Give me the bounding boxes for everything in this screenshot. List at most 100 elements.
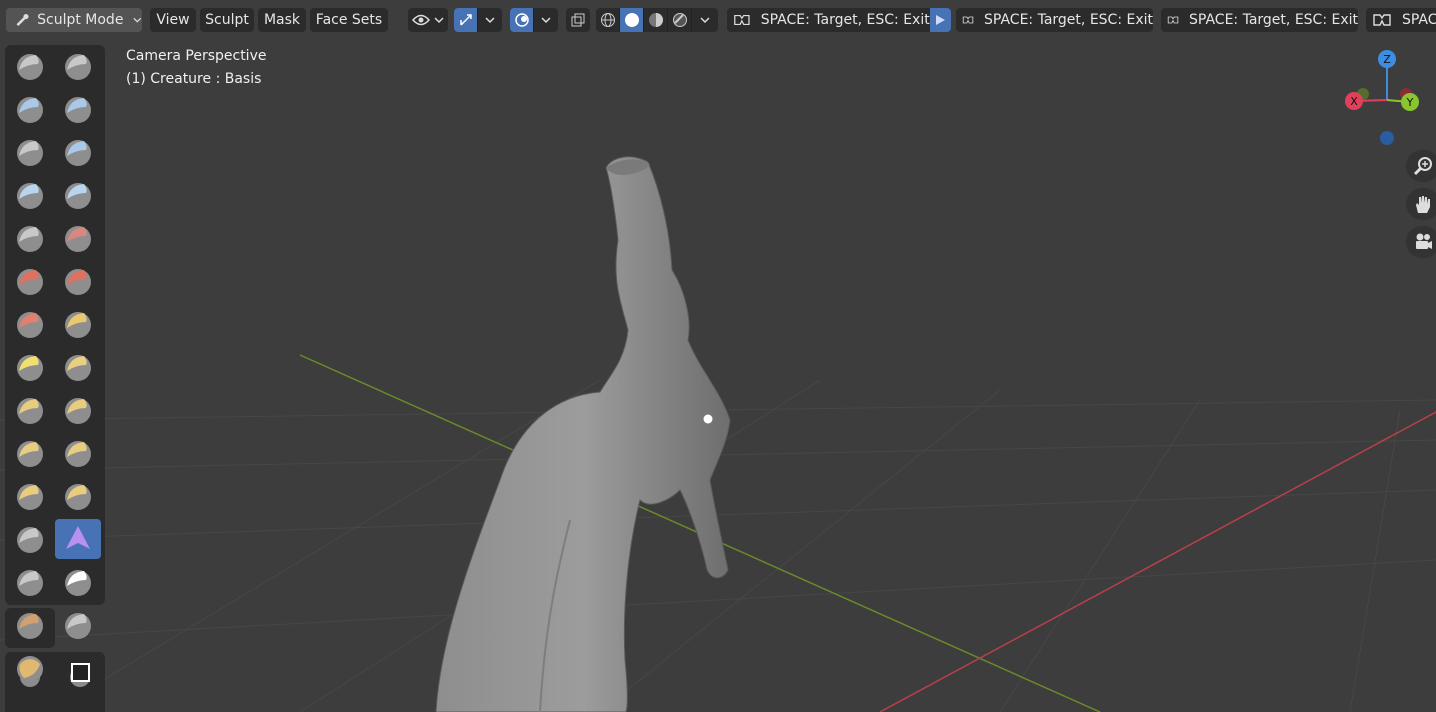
camera-view-button[interactable] [1406, 226, 1436, 258]
smooth-brush-tool[interactable] [55, 218, 101, 258]
rotate-brush-tool[interactable] [55, 476, 101, 516]
grab-brush-tool[interactable] [55, 347, 101, 387]
x-axis-line [879, 411, 1436, 712]
3d-viewport[interactable] [0, 0, 1436, 712]
shading-material-button[interactable] [644, 8, 668, 32]
shading-wireframe-button[interactable] [596, 8, 620, 32]
shading-solid-button[interactable] [620, 8, 644, 32]
viewport-object-label: (1) Creature : Basis [126, 71, 262, 87]
gizmo-toggle-group [454, 8, 502, 32]
eye-icon [412, 14, 430, 26]
crease-brush-tool[interactable] [7, 218, 53, 258]
gizmo-icon [459, 14, 472, 26]
overlay-toggle-group [510, 8, 558, 32]
rotate-brush-icon [65, 484, 91, 510]
elastic-deform-brush-tool[interactable] [7, 390, 53, 430]
mode-selector[interactable]: Sculpt Mode [6, 8, 142, 32]
pan-button[interactable] [1406, 188, 1436, 220]
wireframe-sphere-icon [600, 13, 615, 27]
navigation-gizmo[interactable]: Z X Y [1342, 45, 1432, 155]
nudge-brush-tool[interactable] [7, 476, 53, 516]
rendered-sphere-icon [672, 13, 687, 27]
walk-status-button-3[interactable]: SPACE: Target, ESC: Exit [1161, 8, 1358, 32]
pinch-brush-icon [17, 355, 43, 381]
xray-toggle[interactable] [566, 8, 590, 32]
overlay-toggle-button[interactable] [510, 8, 534, 32]
thumb-brush-tool[interactable] [7, 433, 53, 473]
fill-brush-icon [65, 269, 91, 295]
layer-brush-tool[interactable] [55, 132, 101, 172]
draw-brush-tool[interactable] [7, 46, 53, 86]
snake-hook-brush-tool[interactable] [55, 390, 101, 430]
walk-navigation-icon [962, 16, 974, 24]
box-hide-tool[interactable] [57, 654, 103, 694]
header-bar: Sculpt Mode View Sculpt Mask Face Sets S… [0, 0, 1436, 40]
mask-brush-tool[interactable] [7, 605, 53, 645]
clay-brush-tool[interactable] [7, 89, 53, 129]
blob-brush-tool[interactable] [55, 175, 101, 215]
overlay-dropdown[interactable] [534, 8, 558, 32]
walk-status-button-2[interactable]: SPACE: Target, ESC: Exit [956, 8, 1153, 32]
multiplane-scrape-brush-icon [65, 312, 91, 338]
smooth-brush-icon [65, 226, 91, 252]
nudge-brush-icon [17, 484, 43, 510]
chevron-down-icon [434, 17, 444, 24]
elastic-deform-brush-icon [17, 398, 43, 424]
simplify-brush-tool[interactable] [55, 562, 101, 602]
gizmo-dropdown[interactable] [478, 8, 502, 32]
grab-brush-icon [65, 355, 91, 381]
fill-brush-tool[interactable] [55, 261, 101, 301]
gizmo-z-label: Z [1383, 53, 1391, 66]
slide-relax-brush-tool[interactable] [7, 519, 53, 559]
menu-view[interactable]: View [150, 8, 196, 32]
clay-thumb-brush-tool[interactable] [7, 132, 53, 172]
draw-brush-icon [17, 54, 43, 80]
scrape-brush-tool[interactable] [7, 304, 53, 344]
flatten-brush-icon [17, 269, 43, 295]
simplify-brush-icon [65, 570, 91, 596]
shading-dropdown[interactable] [692, 8, 718, 32]
gizmo-toggle-button[interactable] [454, 8, 478, 32]
material-sphere-icon [648, 13, 663, 27]
menu-mask[interactable]: Mask [258, 8, 306, 32]
blob-brush-icon [65, 183, 91, 209]
pinch-brush-tool[interactable] [7, 347, 53, 387]
walk-status-button-4[interactable]: SPACE: Target, ESC: Exit [1366, 8, 1436, 32]
play-icon [936, 15, 946, 25]
play-button[interactable] [929, 8, 951, 32]
brush-cursor [703, 414, 713, 424]
cloth-brush-tool[interactable] [7, 562, 53, 602]
zoom-button[interactable] [1406, 150, 1436, 182]
cloth-brush-icon [17, 570, 43, 596]
draw-sharp-brush-tool[interactable] [55, 46, 101, 86]
overlay-icon [514, 13, 529, 27]
pose-brush-tool[interactable] [55, 433, 101, 473]
chevron-down-icon [541, 17, 551, 24]
viewport-perspective-label: Camera Perspective [126, 48, 267, 64]
multires-displacement-eraser-tool[interactable] [7, 648, 53, 688]
layer-brush-icon [65, 140, 91, 166]
camera-icon [1416, 233, 1432, 249]
axis-gizmo: Z X Y [1345, 50, 1419, 145]
creature-mesh[interactable] [435, 156, 731, 712]
flatten-brush-tool[interactable] [7, 261, 53, 301]
draw-sharp-brush-icon [65, 54, 91, 80]
clay-brush-icon [17, 97, 43, 123]
walk-status-button-1[interactable]: SPACE: Target, ESC: Exit [727, 8, 951, 32]
viewport-scene [0, 156, 1436, 712]
inflate-brush-tool[interactable] [7, 175, 53, 215]
shading-rendered-button[interactable] [668, 8, 692, 32]
visibility-dropdown[interactable] [408, 8, 448, 32]
draw-face-sets-brush-tool[interactable] [55, 605, 101, 645]
gizmo-x-label: X [1350, 95, 1358, 108]
xray-icon [571, 13, 585, 27]
menu-face-sets[interactable]: Face Sets [310, 8, 388, 32]
menu-sculpt[interactable]: Sculpt [200, 8, 254, 32]
clay-strips-brush-tool[interactable] [55, 89, 101, 129]
walk-navigation-icon [1167, 16, 1179, 24]
solid-sphere-icon [624, 13, 639, 27]
multiplane-scrape-brush-tool[interactable] [55, 304, 101, 344]
chevron-down-icon [133, 17, 142, 23]
chevron-down-icon [700, 17, 710, 24]
boundary-brush-tool[interactable] [55, 519, 101, 559]
